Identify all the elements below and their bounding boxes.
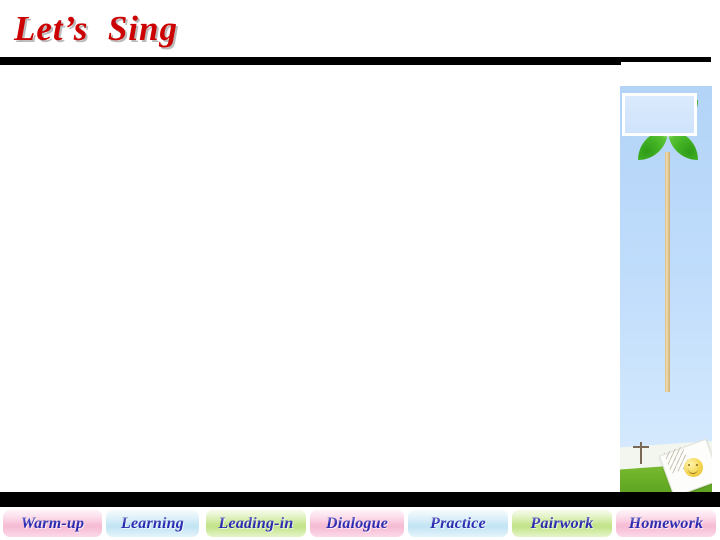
nav-button-leading-in[interactable]: Leading-in [206, 510, 306, 537]
nav-button-homework[interactable]: Homework [616, 510, 716, 537]
nav-button-practice[interactable]: Practice [408, 510, 508, 537]
smiley-face-icon [684, 458, 703, 477]
nav-button-learning[interactable]: Learning [106, 510, 199, 537]
utility-pole-arm-icon [633, 446, 649, 448]
page-title: Let’s Sing [14, 9, 178, 48]
title-rule-thick [0, 57, 621, 65]
bottom-divider-band [0, 492, 720, 507]
nav-button-pairwork[interactable]: Pairwork [512, 510, 612, 537]
pinwheel-scene-image [620, 86, 712, 492]
scene-overlay-plate [622, 93, 697, 136]
slide-canvas: Let’s Sing Warm-up Learning Leading-in Dial… [0, 0, 720, 540]
pinwheel-stick [665, 152, 670, 392]
section-navigation-bar: Warm-up Learning Leading-in Dialogue Practic… [0, 507, 720, 540]
nav-button-warm-up[interactable]: Warm-up [3, 510, 102, 537]
nav-button-dialogue[interactable]: Dialogue [310, 510, 404, 537]
title-rule-thin [621, 57, 711, 62]
